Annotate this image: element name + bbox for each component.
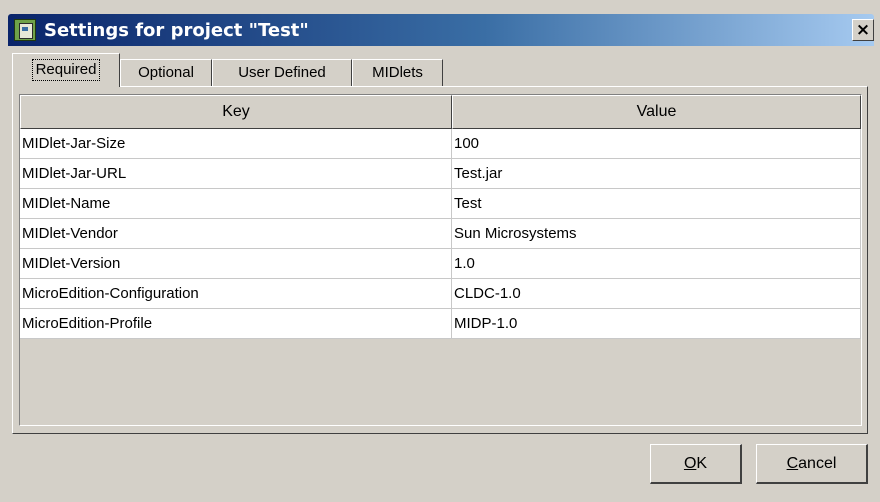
- tab-required-label: Required: [31, 59, 101, 81]
- table-body: MIDlet-Jar-Size 100 MIDlet-Jar-URL Test.…: [20, 129, 861, 339]
- tab-user-defined-label: User Defined: [238, 64, 326, 81]
- ok-label-rest: K: [696, 455, 708, 472]
- value-cell[interactable]: Sun Microsystems: [452, 219, 861, 249]
- column-header-key[interactable]: Key: [20, 95, 452, 129]
- column-header-value[interactable]: Value: [452, 95, 861, 129]
- tab-user-defined[interactable]: User Defined: [212, 59, 352, 86]
- value-cell[interactable]: Test: [452, 189, 861, 219]
- key-cell[interactable]: MicroEdition-Configuration: [20, 279, 452, 309]
- table-row[interactable]: MIDlet-Jar-Size 100: [20, 129, 861, 159]
- value-cell[interactable]: CLDC-1.0: [452, 279, 861, 309]
- table-row[interactable]: MicroEdition-Configuration CLDC-1.0: [20, 279, 861, 309]
- table-row[interactable]: MIDlet-Vendor Sun Microsystems: [20, 219, 861, 249]
- tab-required[interactable]: Required: [12, 53, 120, 87]
- properties-table: Key Value MIDlet-Jar-Size 100 MIDlet-Jar…: [19, 94, 862, 426]
- table-row[interactable]: MicroEdition-Profile MIDP-1.0: [20, 309, 861, 339]
- settings-dialog: Settings for project "Test" × Required O…: [0, 0, 880, 502]
- value-cell[interactable]: 1.0: [452, 249, 861, 279]
- window-title: Settings for project "Test": [44, 20, 309, 41]
- value-cell[interactable]: Test.jar: [452, 159, 861, 189]
- key-cell[interactable]: MIDlet-Jar-Size: [20, 129, 452, 159]
- key-cell[interactable]: MIDlet-Version: [20, 249, 452, 279]
- table-header: Key Value: [20, 95, 861, 129]
- tab-panel-required: Key Value MIDlet-Jar-Size 100 MIDlet-Jar…: [12, 86, 868, 434]
- value-cell[interactable]: MIDP-1.0: [452, 309, 861, 339]
- close-icon: ×: [855, 20, 871, 40]
- key-cell[interactable]: MIDlet-Name: [20, 189, 452, 219]
- table-row[interactable]: MIDlet-Version 1.0: [20, 249, 861, 279]
- tab-optional-label: Optional: [138, 64, 194, 81]
- cancel-button[interactable]: Cancel: [756, 444, 868, 484]
- close-button[interactable]: ×: [852, 19, 874, 41]
- key-cell[interactable]: MIDlet-Jar-URL: [20, 159, 452, 189]
- value-cell[interactable]: 100: [452, 129, 861, 159]
- ok-mnemonic: O: [683, 455, 697, 472]
- cancel-mnemonic: C: [786, 455, 799, 472]
- tab-midlets-label: MIDlets: [372, 64, 423, 81]
- key-cell[interactable]: MIDlet-Vendor: [20, 219, 452, 249]
- key-cell[interactable]: MicroEdition-Profile: [20, 309, 452, 339]
- cancel-label-rest: ancel: [798, 455, 837, 472]
- title-bar[interactable]: Settings for project "Test" ×: [8, 14, 874, 46]
- app-icon: [14, 19, 36, 41]
- ok-button[interactable]: OK: [650, 444, 742, 484]
- table-row[interactable]: MIDlet-Jar-URL Test.jar: [20, 159, 861, 189]
- table-row[interactable]: MIDlet-Name Test: [20, 189, 861, 219]
- tab-midlets[interactable]: MIDlets: [352, 59, 443, 86]
- tab-optional[interactable]: Optional: [120, 59, 212, 86]
